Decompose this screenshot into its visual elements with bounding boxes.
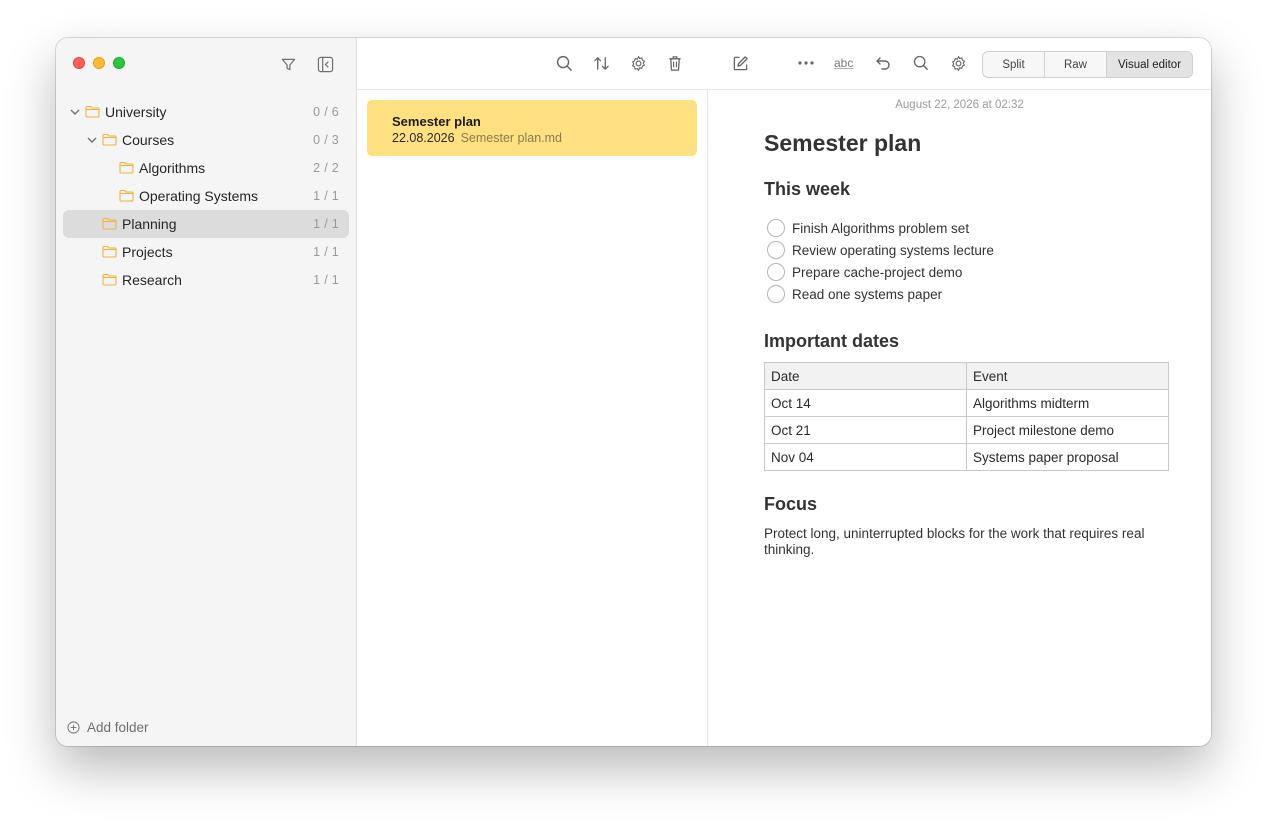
- document-title: Semester plan: [764, 130, 922, 156]
- table-row: Oct 21 Project milestone demo: [764, 416, 1169, 444]
- more-icon[interactable]: [796, 53, 816, 73]
- task-label: Review operating systems lecture: [792, 242, 994, 258]
- filter-icon[interactable]: [279, 55, 297, 73]
- folder-icon: [119, 189, 134, 202]
- chevron-down-icon[interactable]: [69, 105, 81, 119]
- search-icon[interactable]: [911, 53, 931, 73]
- folder-label: Projects: [122, 244, 173, 260]
- task-label: Finish Algorithms problem set: [792, 220, 970, 236]
- view-mode-split[interactable]: Split: [983, 52, 1045, 77]
- folder-university[interactable]: University 0 / 6: [63, 98, 349, 126]
- folder-label: Courses: [122, 132, 175, 148]
- folder-count: 0 / 6: [313, 105, 339, 119]
- paragraph: Protect long, uninterrupted blocks for t…: [764, 526, 1145, 557]
- task-checkbox[interactable]: [767, 241, 785, 259]
- folder-count: 2 / 2: [313, 161, 339, 175]
- folder-research[interactable]: Research 1 / 1: [63, 266, 349, 294]
- task-label: Read one systems paper: [792, 286, 943, 302]
- sort-icon[interactable]: [591, 53, 611, 73]
- table-cell: Oct 14: [764, 389, 967, 417]
- folder-icon: [102, 273, 117, 286]
- table-row: Oct 14 Algorithms midterm: [764, 389, 1169, 417]
- table-header-cell: Event: [966, 362, 1169, 390]
- dates-table: Date Event Oct 14 Algorithms midterm Oct…: [764, 362, 1169, 471]
- editor-pane: August 22, 2026 at 02:32 Semester plan T…: [708, 90, 1211, 746]
- folder-icon: [119, 161, 134, 174]
- table-cell: Algorithms midterm: [966, 389, 1169, 417]
- note-title: Semester plan: [392, 114, 481, 129]
- folder-count: 1 / 1: [313, 273, 339, 287]
- settings-icon[interactable]: [948, 53, 968, 73]
- spellcheck-icon[interactable]: abc: [834, 56, 853, 70]
- folder-tree: University 0 / 6 Courses 0 / 3 Algorithm…: [63, 98, 349, 294]
- folder-count: 1 / 1: [313, 217, 339, 231]
- app-window: University 0 / 6 Courses 0 / 3 Algorithm…: [56, 38, 1211, 746]
- table-row: Nov 04 Systems paper proposal: [764, 443, 1169, 471]
- folder-icon: [102, 245, 117, 258]
- note-timestamp: August 22, 2026 at 02:32: [895, 99, 1024, 111]
- folder-planning[interactable]: Planning 1 / 1: [63, 210, 349, 238]
- table-cell: Nov 04: [764, 443, 967, 471]
- task-item: Prepare cache-project demo: [764, 261, 1169, 283]
- notes-list: Semester plan 22.08.2026 Semester plan.md: [357, 90, 708, 746]
- trash-icon[interactable]: [665, 53, 685, 73]
- sidebar: University 0 / 6 Courses 0 / 3 Algorithm…: [56, 38, 357, 746]
- table-header-row: Date Event: [764, 362, 1169, 390]
- add-folder-button[interactable]: Add folder: [67, 720, 149, 735]
- task-item: Review operating systems lecture: [764, 239, 1169, 261]
- table-cell: Systems paper proposal: [966, 443, 1169, 471]
- folder-icon: [102, 133, 117, 146]
- table-cell: Oct 21: [764, 416, 967, 444]
- close-window-button[interactable]: [73, 57, 85, 69]
- task-checkbox[interactable]: [767, 219, 785, 237]
- folder-label: University: [105, 104, 167, 120]
- folder-label: Research: [122, 272, 182, 288]
- task-item: Read one systems paper: [764, 283, 1169, 305]
- note-card[interactable]: Semester plan 22.08.2026 Semester plan.md: [367, 100, 697, 156]
- note-meta: 22.08.2026 Semester plan.md: [392, 131, 697, 145]
- add-folder-label: Add folder: [87, 720, 149, 735]
- search-icon[interactable]: [554, 53, 574, 73]
- table-header-cell: Date: [764, 362, 967, 390]
- folder-icon: [85, 105, 100, 118]
- section-heading: This week: [764, 179, 851, 199]
- folder-label: Algorithms: [139, 160, 206, 176]
- chevron-down-icon[interactable]: [86, 133, 98, 147]
- folder-icon: [102, 217, 117, 230]
- folder-courses[interactable]: Courses 0 / 3: [63, 126, 349, 154]
- task-checkbox[interactable]: [767, 263, 785, 281]
- folder-count: 1 / 1: [313, 245, 339, 259]
- folder-count: 1 / 1: [313, 189, 339, 203]
- document[interactable]: Semester plan This week Finish Algorithm…: [764, 130, 1169, 558]
- new-note-icon[interactable]: [730, 53, 750, 73]
- section-heading: Focus: [764, 494, 818, 514]
- table-cell: Project milestone demo: [966, 416, 1169, 444]
- sidebar-toggle-icon[interactable]: [316, 55, 334, 73]
- section-heading: Important dates: [764, 331, 900, 351]
- folder-label: Operating Systems: [139, 188, 259, 204]
- task-item: Finish Algorithms problem set: [764, 217, 1169, 239]
- add-circle-icon: [67, 721, 80, 734]
- folder-count: 0 / 3: [313, 133, 339, 147]
- settings-icon[interactable]: [628, 53, 648, 73]
- view-mode-visual-editor[interactable]: Visual editor: [1107, 52, 1192, 77]
- folder-label: Planning: [122, 216, 177, 232]
- minimize-window-button[interactable]: [93, 57, 105, 69]
- toolbar: abc Split Raw Visual editor: [357, 38, 1211, 90]
- task-checkbox[interactable]: [767, 285, 785, 303]
- view-mode-raw[interactable]: Raw: [1045, 52, 1107, 77]
- folder-algorithms[interactable]: Algorithms 2 / 2: [63, 154, 349, 182]
- task-label: Prepare cache-project demo: [792, 264, 963, 280]
- zoom-window-button[interactable]: [113, 57, 125, 69]
- folder-projects[interactable]: Projects 1 / 1: [63, 238, 349, 266]
- task-list: Finish Algorithms problem set Review ope…: [764, 217, 1169, 305]
- note-filename: Semester plan.md: [460, 131, 562, 145]
- undo-icon[interactable]: [873, 53, 893, 73]
- view-mode-switch: Split Raw Visual editor: [982, 51, 1193, 78]
- note-date: 22.08.2026: [392, 131, 455, 145]
- folder-operating-systems[interactable]: Operating Systems 1 / 1: [63, 182, 349, 210]
